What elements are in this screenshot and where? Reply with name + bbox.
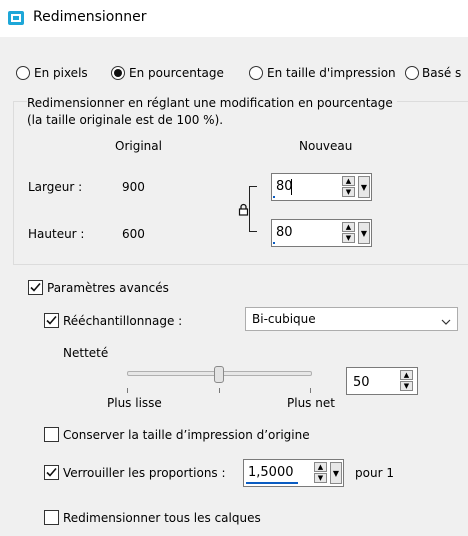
keep-print-size-checkbox[interactable] (44, 427, 59, 442)
ratio-selection-bar (246, 482, 298, 484)
radio-en-pourcentage[interactable] (111, 66, 125, 80)
checkmark-icon (46, 315, 57, 325)
width-decrement-button[interactable]: ▼ (342, 187, 355, 197)
width-increment-button[interactable]: ▲ (342, 176, 355, 186)
link-bracket (249, 186, 257, 232)
sharpness-decrement-button[interactable]: ▼ (400, 381, 413, 391)
resize-all-layers-checkbox[interactable] (44, 510, 59, 525)
width-original-value: 900 (122, 180, 145, 194)
spin-focus-mark (273, 196, 275, 198)
column-header-original: Original (115, 139, 162, 153)
height-new-spinbox[interactable]: 80 ▲ ▼ ▼ (271, 219, 372, 247)
ratio-decrement-button[interactable]: ▼ (314, 473, 327, 483)
height-new-value[interactable]: 80 (276, 225, 293, 240)
radio-label-en-taille-impression[interactable]: En taille d'impression (267, 66, 396, 80)
ratio-spinbox[interactable]: 1,5000 ▲ ▼ ▼ (243, 459, 344, 487)
text-caret (291, 179, 292, 195)
sharpness-spinbox[interactable]: 50 ▲ ▼ (346, 367, 418, 395)
height-dropdown-button[interactable]: ▼ (358, 222, 370, 244)
padlock-icon[interactable] (238, 203, 249, 216)
radio-base-sur[interactable] (405, 66, 419, 80)
ratio-value[interactable]: 1,5000 (248, 465, 294, 480)
height-original-value: 600 (122, 227, 145, 241)
height-label: Hauteur : (28, 227, 85, 241)
radio-label-en-pixels[interactable]: En pixels (34, 66, 88, 80)
window-title: Redimensionner (33, 9, 147, 25)
ratio-dropdown-button[interactable]: ▼ (330, 462, 342, 484)
lock-ratio-checkbox[interactable] (44, 465, 59, 480)
group-description-line1: Redimensionner en réglant une modificati… (27, 96, 397, 110)
column-header-nouveau: Nouveau (299, 139, 353, 153)
group-description-line2: (la taille originale est de 100 %). (27, 113, 224, 127)
checkmark-icon (46, 467, 57, 477)
radio-en-taille-impression[interactable] (249, 66, 263, 80)
resample-label[interactable]: Rééchantillonnage : (63, 314, 182, 328)
ratio-suffix: pour 1 (355, 466, 394, 480)
width-label: Largeur : (28, 180, 83, 194)
sharpness-value[interactable]: 50 (353, 375, 370, 390)
lock-ratio-label[interactable]: Verrouiller les proportions : (63, 466, 226, 480)
resample-method-select[interactable]: Bi-cubique (245, 307, 458, 331)
chevron-down-icon (441, 315, 451, 329)
resize-all-layers-label[interactable]: Redimensionner tous les calques (63, 511, 261, 525)
slider-tick (127, 388, 128, 393)
resample-method-value: Bi-cubique (252, 312, 316, 326)
advanced-params-checkbox[interactable] (28, 280, 43, 295)
radio-label-en-pourcentage[interactable]: En pourcentage (129, 66, 224, 80)
height-decrement-button[interactable]: ▼ (342, 233, 355, 243)
radio-en-pixels[interactable] (16, 66, 30, 80)
sharpness-increment-button[interactable]: ▲ (400, 370, 413, 380)
radio-label-base-sur[interactable]: Basé s (422, 66, 468, 80)
height-increment-button[interactable]: ▲ (342, 222, 355, 232)
keep-print-size-label[interactable]: Conserver la taille d’impression d’origi… (63, 428, 310, 442)
resample-checkbox[interactable] (44, 313, 59, 328)
slider-tick (310, 388, 311, 393)
slider-left-label: Plus lisse (107, 396, 162, 410)
advanced-params-label[interactable]: Paramètres avancés (47, 281, 169, 295)
resize-app-icon (8, 10, 24, 26)
sharpness-label: Netteté (63, 346, 109, 360)
slider-right-label: Plus net (287, 396, 335, 410)
width-dropdown-button[interactable]: ▼ (358, 176, 370, 198)
checkmark-icon (30, 282, 41, 292)
slider-tick (219, 388, 220, 393)
width-new-spinbox[interactable]: 80 ▲ ▼ ▼ (271, 173, 372, 201)
sharpness-slider-thumb[interactable] (214, 366, 224, 383)
spin-focus-mark (273, 242, 275, 244)
ratio-increment-button[interactable]: ▲ (314, 462, 327, 472)
